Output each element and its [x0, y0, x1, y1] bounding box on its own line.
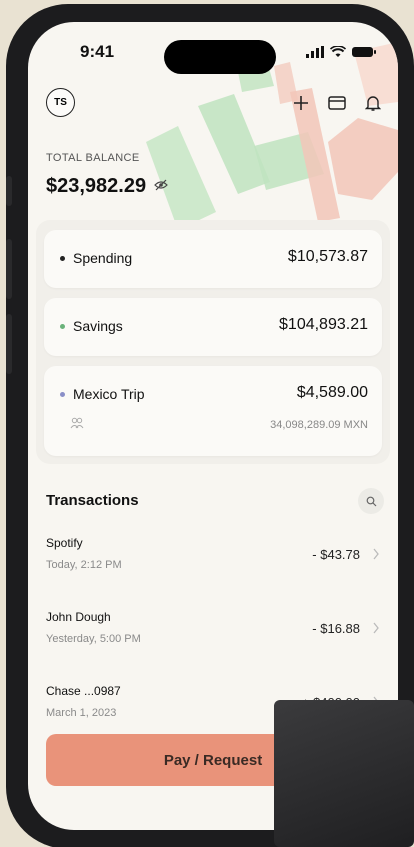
- search-icon[interactable]: [358, 488, 384, 514]
- account-dot: [60, 255, 65, 261]
- wifi-icon: [330, 46, 346, 57]
- dynamic-island: [164, 40, 276, 74]
- transaction-name: Spotify: [46, 536, 83, 550]
- chevron-right-icon: [372, 621, 380, 639]
- account-dot: [60, 391, 65, 397]
- dark-card-overlay: [274, 700, 414, 847]
- account-name-row: Mexico Trip: [60, 386, 145, 402]
- transaction-name: Chase ...0987: [46, 684, 121, 698]
- transaction-date: Today, 2:12 PM: [46, 559, 122, 571]
- transaction-date: Yesterday, 5:00 PM: [46, 633, 141, 645]
- transaction-row[interactable]: Spotify Today, 2:12 PM - $43.78: [46, 536, 380, 584]
- transaction-date: March 1, 2023: [46, 707, 117, 719]
- app-header: TS: [28, 88, 398, 118]
- account-amount: $4,589.00: [296, 384, 368, 401]
- card-icon[interactable]: [326, 92, 348, 114]
- bell-icon[interactable]: [362, 92, 384, 114]
- account-name: Savings: [73, 318, 123, 334]
- accounts-panel: Spending $10,573.87 Savings $104,893.21 …: [36, 220, 390, 464]
- account-name-row: Spending: [60, 250, 132, 266]
- account-card-spending[interactable]: Spending $10,573.87: [44, 230, 382, 288]
- signal-icon: [306, 46, 324, 58]
- account-amount: $104,893.21: [279, 316, 368, 333]
- account-dot: [60, 323, 65, 329]
- battery-icon: [352, 47, 376, 57]
- volume-down-button: [6, 314, 12, 374]
- shared-users-icon: [70, 416, 84, 434]
- mute-switch: [6, 176, 12, 206]
- status-time: 9:41: [80, 42, 115, 61]
- account-amount: $10,573.87: [287, 248, 368, 265]
- avatar[interactable]: TS: [46, 88, 75, 117]
- account-card-savings[interactable]: Savings $104,893.21: [44, 298, 382, 356]
- transaction-name: John Dough: [46, 610, 111, 624]
- transaction-row[interactable]: John Dough Yesterday, 5:00 PM - $16.88: [46, 610, 380, 658]
- account-card-mexico-trip[interactable]: Mexico Trip $4,589.00 34,098,289.09 MXN: [44, 366, 382, 456]
- add-icon[interactable]: [290, 92, 312, 114]
- total-balance-amount: $23,982.29: [46, 175, 147, 197]
- chevron-right-icon: [372, 547, 380, 565]
- account-name-row: Savings: [60, 318, 123, 334]
- transactions-title: Transactions: [46, 492, 139, 509]
- status-bar: 9:41: [28, 40, 398, 74]
- status-icons: [306, 46, 376, 58]
- account-name: Mexico Trip: [73, 386, 145, 402]
- transaction-amount: - $43.78: [312, 547, 360, 562]
- volume-up-button: [6, 239, 12, 299]
- total-balance-label: TOTAL BALANCE: [46, 152, 140, 164]
- eye-off-icon[interactable]: [154, 178, 168, 196]
- transaction-amount: - $16.88: [312, 621, 360, 636]
- account-sub-amount: 34,098,289.09 MXN: [270, 419, 368, 431]
- total-balance: $23,982.29: [46, 175, 168, 198]
- account-name: Spending: [73, 250, 133, 266]
